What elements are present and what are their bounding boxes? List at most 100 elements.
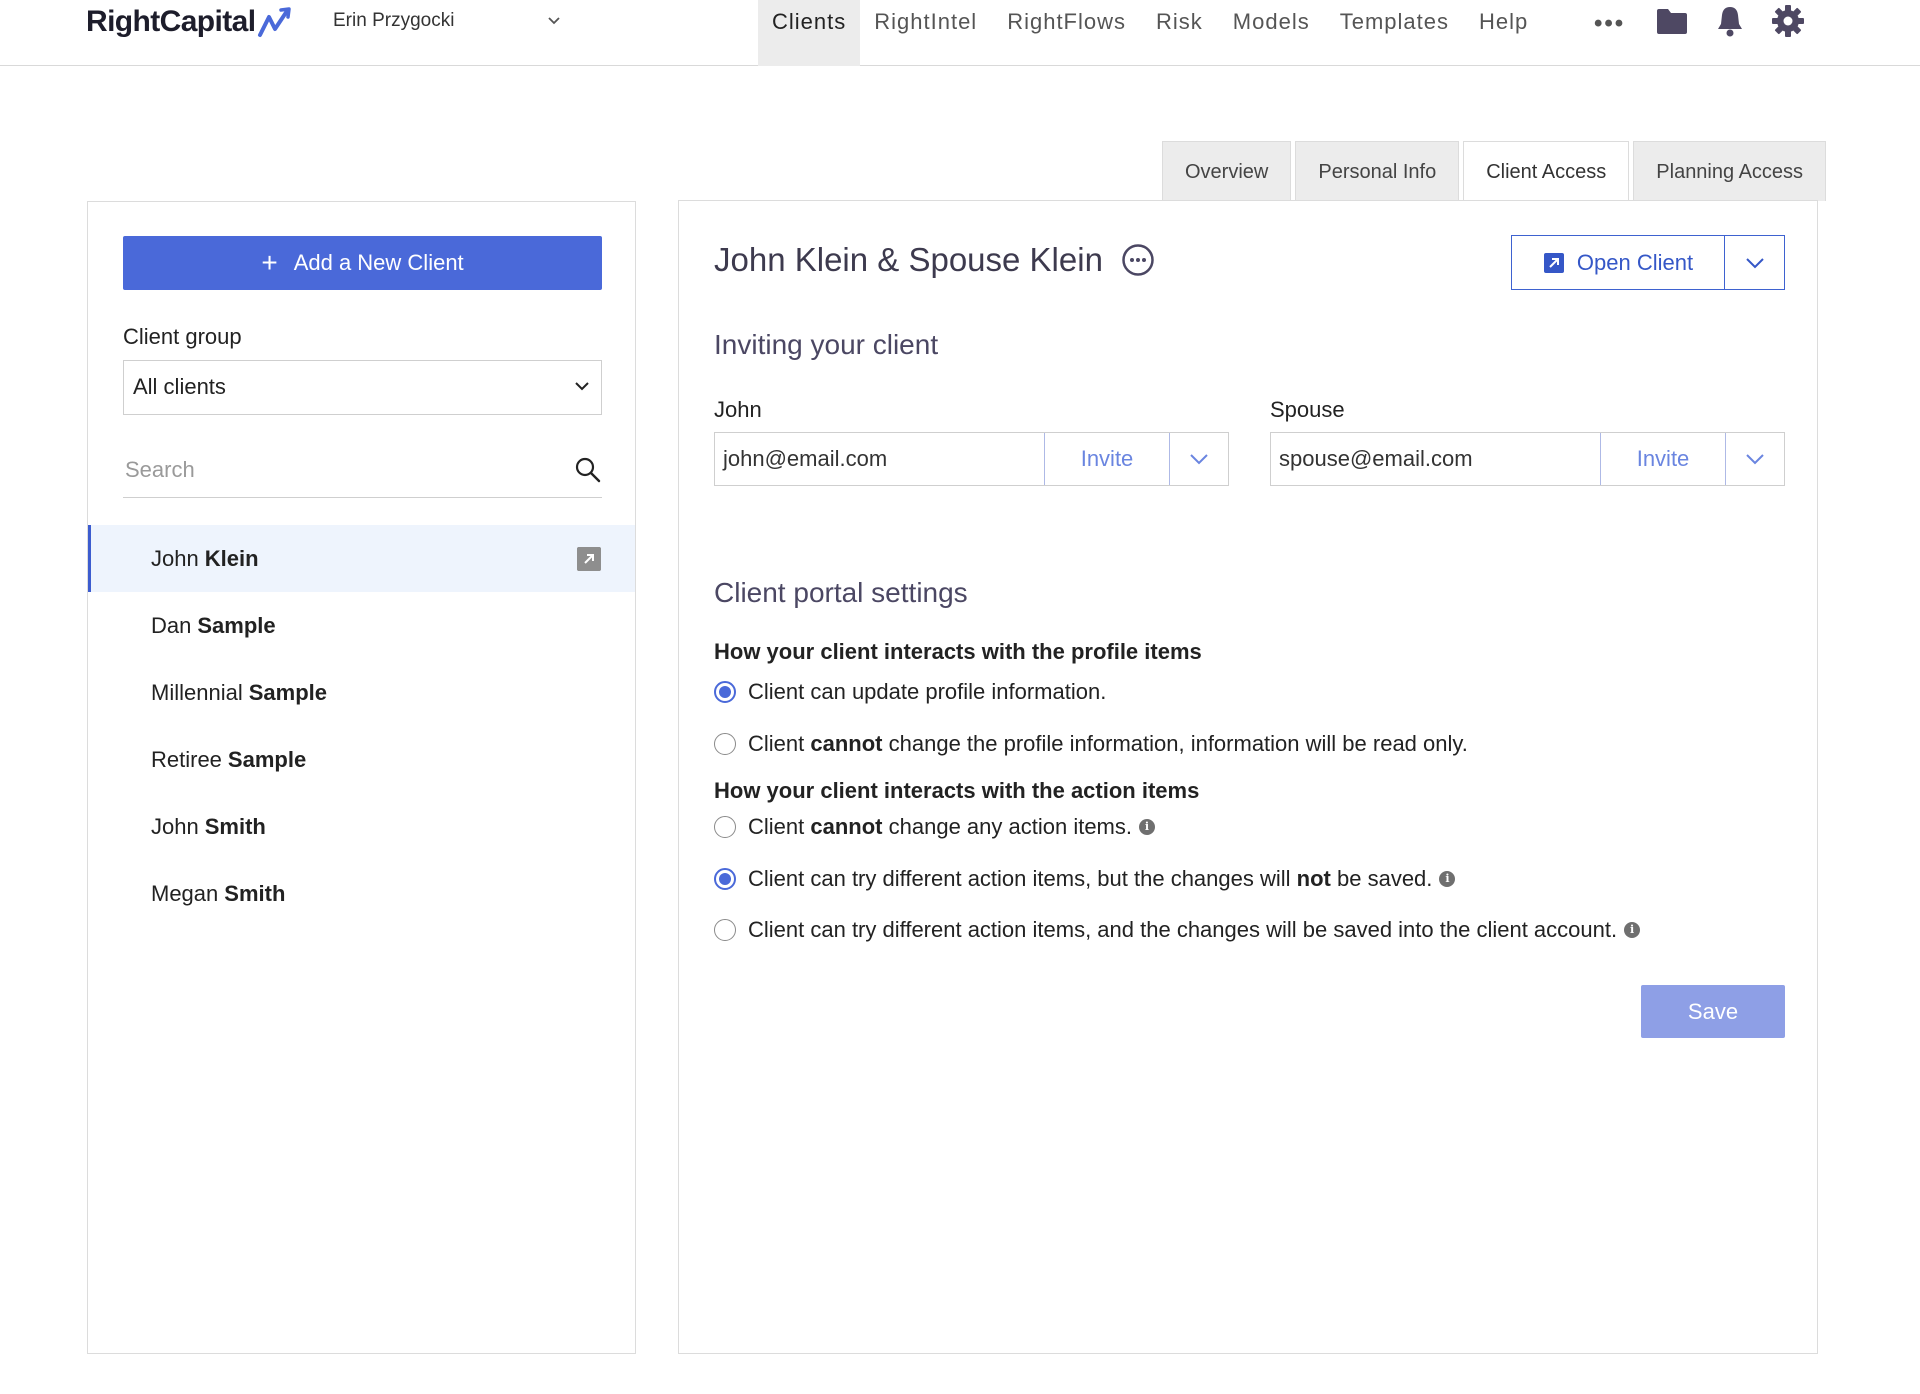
- plus-icon: +: [261, 247, 278, 278]
- nav-rightflows[interactable]: RightFlows: [1007, 0, 1126, 66]
- client-group-label: Client group: [123, 324, 242, 349]
- profile-items-heading: How your client interacts with the profi…: [714, 639, 1202, 664]
- radio-selected[interactable]: [714, 868, 736, 890]
- spouse-label: Spouse: [1270, 397, 1345, 422]
- john-label: John: [714, 397, 762, 422]
- portal-settings-heading: Client portal settings: [714, 577, 968, 608]
- spouse-email-field[interactable]: spouse@email.com: [1271, 433, 1601, 485]
- profile-option-update-text: Client can update profile information.: [748, 679, 1107, 704]
- profile-option-read-only[interactable]: Client cannot change the profile informa…: [714, 731, 1468, 757]
- user-switcher-name[interactable]: Erin Przygocki: [333, 10, 454, 32]
- client-last-name: Sample: [197, 612, 276, 638]
- chevron-down-icon: [1745, 257, 1764, 268]
- info-icon[interactable]: i: [1624, 922, 1641, 938]
- client-last-name: Sample: [248, 679, 327, 705]
- client-list-item[interactable]: Millennial Sample: [88, 659, 635, 726]
- open-client-split-button: Open Client: [1511, 235, 1785, 290]
- save-button[interactable]: Save: [1641, 985, 1785, 1038]
- action-option-cannot-change[interactable]: Client cannot change any action items. i: [714, 814, 1155, 840]
- chevron-down-icon: [1746, 454, 1764, 465]
- client-list-item[interactable]: Dan Sample: [88, 592, 635, 659]
- radio-unselected[interactable]: [714, 816, 736, 838]
- option-text-bold: cannot: [810, 814, 883, 839]
- john-invite-dropdown[interactable]: [1170, 433, 1228, 485]
- client-first-name: John: [151, 545, 199, 571]
- client-last-name: Klein: [204, 545, 259, 571]
- logo-arrow-icon: [258, 7, 292, 37]
- client-group-select[interactable]: All clients: [123, 360, 602, 415]
- spouse-invite-group: spouse@email.com Invite: [1270, 432, 1785, 486]
- bell-icon[interactable]: [1715, 4, 1745, 38]
- client-last-name: Smith: [204, 813, 266, 839]
- open-external-icon: [1543, 252, 1564, 273]
- spouse-invite-dropdown[interactable]: [1726, 433, 1784, 485]
- nav-rightintel[interactable]: RightIntel: [874, 0, 977, 66]
- action-option-try-saved[interactable]: Client can try different action items, a…: [714, 917, 1641, 943]
- client-list-item[interactable]: Retiree Sample: [88, 726, 635, 793]
- tab-personal-info[interactable]: Personal Info: [1295, 141, 1460, 201]
- radio-unselected[interactable]: [714, 919, 736, 941]
- option-text: be saved.: [1337, 866, 1433, 891]
- client-tabs: Overview Personal Info Client Access Pla…: [1162, 141, 1830, 202]
- folder-icon[interactable]: [1655, 6, 1689, 36]
- logo-text: RightCapital: [86, 5, 256, 38]
- client-list-item[interactable]: John Klein: [88, 525, 635, 592]
- option-text: Client can try different action items, a…: [748, 917, 1618, 942]
- nav-clients[interactable]: Clients: [758, 0, 861, 66]
- spouse-invite-button[interactable]: Invite: [1601, 433, 1726, 485]
- john-email-field[interactable]: john@email.com: [715, 433, 1045, 485]
- client-list-item[interactable]: John Smith: [88, 793, 635, 860]
- invite-heading: Inviting your client: [714, 329, 939, 360]
- main-nav: Clients RightIntel RightFlows Risk Model…: [758, 0, 1558, 66]
- option-text: Client: [748, 814, 805, 839]
- info-icon[interactable]: i: [1139, 819, 1155, 835]
- rightcapital-logo[interactable]: RightCapital: [86, 2, 297, 42]
- client-last-name: Smith: [224, 880, 286, 906]
- add-new-client-button[interactable]: + Add a New Client: [123, 236, 602, 290]
- client-first-name: John: [151, 813, 199, 839]
- open-external-icon[interactable]: [577, 547, 601, 571]
- open-client-dropdown-toggle[interactable]: [1725, 236, 1784, 289]
- tab-client-access[interactable]: Client Access: [1463, 141, 1630, 202]
- page-title-text: John Klein & Spouse Klein: [714, 241, 1103, 278]
- client-first-name: Dan: [151, 612, 192, 638]
- option-text: Client: [748, 731, 805, 756]
- tab-overview[interactable]: Overview: [1162, 141, 1292, 201]
- john-invite-button[interactable]: Invite: [1045, 433, 1170, 485]
- nav-models[interactable]: Models: [1233, 0, 1310, 66]
- chevron-down-icon: [1190, 454, 1208, 465]
- search-input[interactable]: [123, 448, 543, 492]
- client-search: [123, 448, 602, 498]
- client-access-panel: John Klein & Spouse Klein Open Client In…: [678, 200, 1818, 1354]
- radio-unselected[interactable]: [714, 733, 736, 755]
- client-last-name: Sample: [227, 746, 307, 772]
- client-first-name: Megan: [151, 880, 219, 906]
- more-options-icon[interactable]: [1121, 243, 1155, 277]
- gear-icon[interactable]: [1771, 4, 1805, 38]
- john-invite-group: john@email.com Invite: [714, 432, 1229, 486]
- open-client-button[interactable]: Open Client: [1512, 236, 1725, 289]
- profile-option-update[interactable]: Client can update profile information.: [714, 679, 1106, 705]
- client-first-name: Retiree: [151, 746, 222, 772]
- action-items-heading: How your client interacts with the actio…: [714, 778, 1200, 803]
- client-list-item[interactable]: Megan Smith: [88, 860, 635, 927]
- client-list-panel: + Add a New Client Client group All clie…: [87, 201, 636, 1354]
- nav-templates[interactable]: Templates: [1340, 0, 1449, 66]
- action-option-try-not-saved[interactable]: Client can try different action items, b…: [714, 866, 1456, 892]
- option-text: change any action items.: [888, 814, 1132, 839]
- open-client-label: Open Client: [1576, 249, 1694, 275]
- top-navigation-bar: RightCapital Erin Przygocki Clients Righ…: [0, 0, 1920, 66]
- radio-selected[interactable]: [714, 681, 736, 703]
- client-list: John Klein Dan Sample Millennial Sample …: [88, 525, 635, 927]
- chevron-down-icon[interactable]: [546, 14, 562, 28]
- more-menu-button[interactable]: •••: [1594, 10, 1625, 38]
- nav-help[interactable]: Help: [1479, 0, 1528, 66]
- chevron-down-icon: [575, 382, 589, 391]
- option-text: change the profile information, informat…: [888, 731, 1468, 756]
- option-text-bold: not: [1296, 866, 1331, 891]
- client-first-name: Millennial: [151, 679, 243, 705]
- info-icon[interactable]: i: [1439, 871, 1456, 887]
- search-icon[interactable]: [574, 456, 602, 484]
- nav-risk[interactable]: Risk: [1156, 0, 1203, 66]
- tab-planning-access[interactable]: Planning Access: [1633, 141, 1827, 201]
